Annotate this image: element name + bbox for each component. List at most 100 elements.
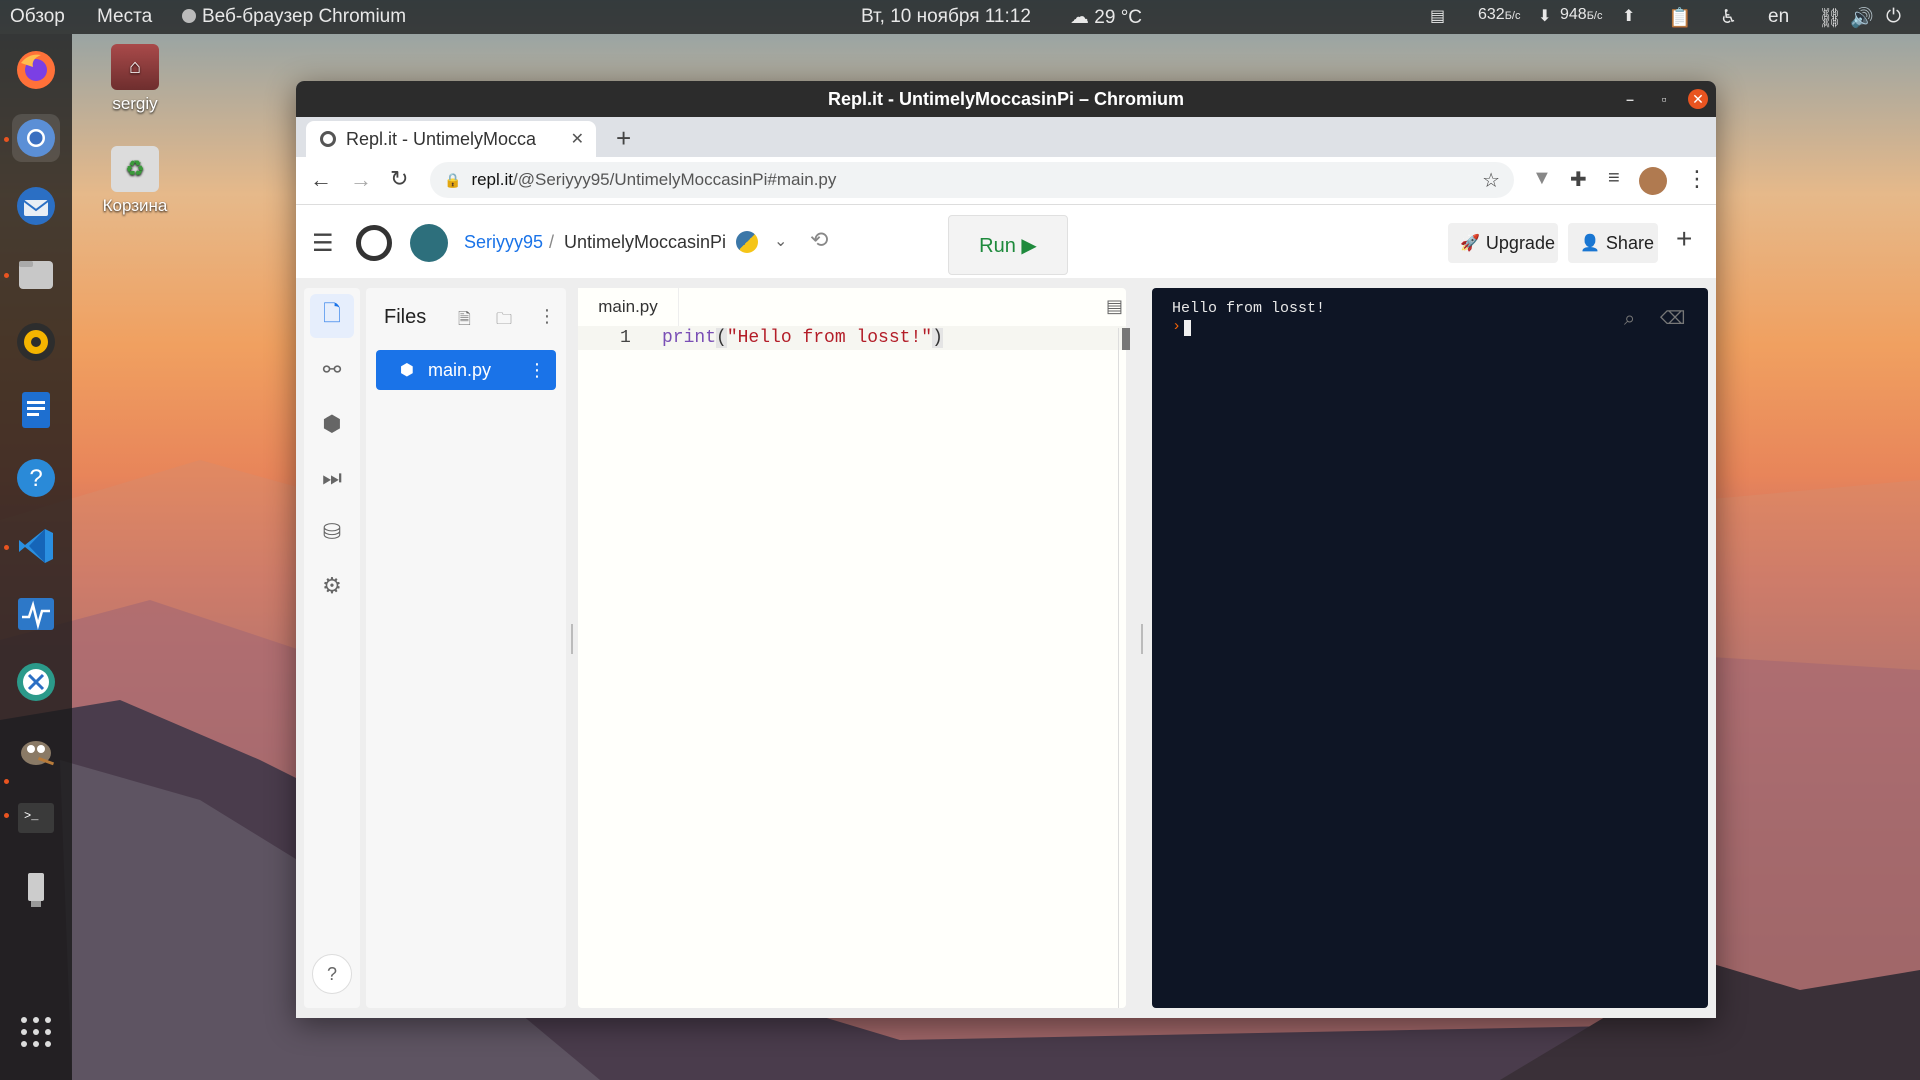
remote-desktop-icon[interactable]	[12, 658, 60, 706]
clock[interactable]: Вт, 10 ноября 11:12	[861, 6, 1031, 28]
gimp-icon[interactable]	[12, 726, 60, 774]
python-language-icon	[736, 231, 758, 253]
trash-label: Корзина	[102, 196, 168, 215]
close-window-button[interactable]: ✕	[1688, 89, 1708, 109]
network-icon[interactable]: ⛓	[1818, 6, 1842, 30]
tab-close-icon[interactable]: ✕	[571, 129, 584, 149]
resize-handle-right[interactable]	[1141, 624, 1143, 654]
browser-menu-icon[interactable]: ⋮	[1686, 166, 1708, 192]
debugger-icon[interactable]: ⏭	[310, 456, 354, 500]
history-icon[interactable]: ⟲	[810, 227, 828, 253]
clipboard-icon[interactable]: 📋	[1668, 6, 1692, 30]
forward-icon[interactable]: →	[350, 167, 372, 193]
running-indicator	[4, 545, 9, 550]
user-link[interactable]: Seriyyy95	[464, 232, 543, 253]
chevron-down-icon[interactable]: ⌄	[774, 231, 787, 251]
packages-icon[interactable]: ⬢	[310, 402, 354, 446]
arrow-up-icon: ⬆	[1622, 8, 1636, 25]
help-button[interactable]: ?	[312, 954, 352, 994]
usb-drive-icon[interactable]	[12, 864, 60, 912]
lock-icon: 🔒	[444, 171, 462, 188]
share-button[interactable]: 👤 Share	[1568, 223, 1658, 263]
url-host: repl.it	[471, 170, 514, 189]
trash-icon: ♻	[111, 146, 159, 192]
window-titlebar[interactable]: Repl.it - UntimelyMoccasinPi – Chromium …	[296, 81, 1716, 117]
running-indicator	[4, 273, 9, 278]
weather-indicator[interactable]: ☁ 29 °C	[1070, 6, 1142, 29]
code-function: print	[662, 328, 717, 348]
code-paren-close: )	[932, 328, 943, 348]
files-icon[interactable]	[12, 250, 60, 298]
version-control-icon[interactable]: ⚯	[310, 348, 354, 392]
code-line: 1 print("Hello from losst!")	[578, 326, 1126, 350]
reload-icon[interactable]: ↻	[390, 166, 408, 192]
accessibility-icon[interactable]: ♿	[1720, 6, 1737, 29]
extensions-puzzle-icon[interactable]: ✚	[1570, 167, 1587, 192]
add-icon[interactable]: +	[1676, 223, 1692, 255]
hamburger-menu-icon[interactable]: ☰	[312, 229, 334, 258]
keyboard-layout[interactable]: en	[1768, 6, 1789, 28]
files-more-icon[interactable]: ⋮	[538, 306, 556, 327]
file-more-icon[interactable]: ⋮	[528, 360, 546, 381]
running-indicator	[4, 813, 9, 818]
format-icon[interactable]: ▤	[1106, 296, 1123, 317]
active-app-menu[interactable]: Веб-браузер Chromium	[182, 6, 406, 28]
sidebar: 🗋 ⚯ ⬢ ⏭ ⛁ ⚙ ?	[304, 288, 360, 1008]
file-item-main-py[interactable]: ⬢ main.py ⋮	[376, 350, 556, 390]
repl-name[interactable]: UntimelyMoccasinPi	[564, 232, 726, 253]
desktop-home-folder[interactable]: ⌂ sergiy	[80, 44, 190, 114]
database-icon[interactable]: ⛁	[310, 510, 354, 554]
code-editor[interactable]: main.py ▤ 1 print("Hello from losst!")	[578, 288, 1130, 1008]
editor-tab[interactable]: main.py	[578, 288, 679, 326]
run-button[interactable]: Run ▶	[948, 215, 1068, 275]
resize-handle-left[interactable]	[571, 624, 573, 654]
address-bar[interactable]: 🔒 repl.it/@Seriyyy95/UntimelyMoccasinPi#…	[430, 162, 1514, 198]
settings-gear-icon[interactable]: ⚙	[310, 564, 354, 608]
upgrade-label: Upgrade	[1485, 232, 1555, 253]
firefox-icon[interactable]	[12, 46, 60, 94]
breadcrumb-separator: /	[549, 232, 555, 252]
user-avatar[interactable]	[410, 224, 448, 262]
new-folder-icon[interactable]: 🗀	[496, 308, 512, 335]
editor-tab-label: main.py	[598, 297, 658, 316]
places-menu[interactable]: Места	[97, 6, 152, 28]
upgrade-button[interactable]: 🚀 Upgrade	[1448, 223, 1558, 263]
replit-logo-icon[interactable]	[356, 225, 392, 261]
browser-toolbar: ← → ↻ 🔒 repl.it/@Seriyyy95/UntimelyMocca…	[296, 157, 1716, 205]
system-monitor-icon[interactable]	[12, 590, 60, 638]
browser-tab[interactable]: Repl.it - UntimelyMocca ✕	[306, 121, 596, 157]
vscode-icon[interactable]	[12, 522, 60, 570]
replit-header: ☰ Seriyyy95 / UntimelyMoccasinPi ⌄ ⟲ Run…	[296, 205, 1716, 279]
svg-text:>_: >_	[24, 809, 39, 823]
minimize-button[interactable]: –	[1620, 89, 1640, 109]
replit-favicon-icon	[320, 131, 336, 147]
editor-scrollbar[interactable]	[1122, 328, 1130, 350]
files-tab-icon[interactable]: 🗋	[310, 294, 354, 338]
writer-icon[interactable]	[12, 386, 60, 434]
console-output: Hello from losst!	[1172, 300, 1326, 317]
bookmark-star-icon[interactable]: ☆	[1482, 168, 1500, 193]
code-string: "Hello from losst!"	[726, 328, 933, 348]
thunderbird-icon[interactable]	[12, 182, 60, 230]
volume-icon[interactable]: 🔊	[1850, 6, 1874, 30]
new-file-icon[interactable]: 🗎	[458, 308, 471, 335]
media-queue-icon[interactable]: ≡	[1608, 167, 1620, 190]
chromium-icon[interactable]	[12, 114, 60, 162]
desktop-trash[interactable]: ♻ Корзина	[80, 146, 190, 216]
clear-console-icon[interactable]: ⌫	[1660, 308, 1685, 329]
rhythmbox-icon[interactable]	[12, 318, 60, 366]
back-icon[interactable]: ←	[310, 167, 332, 193]
new-tab-button[interactable]: +	[616, 123, 631, 154]
help-icon[interactable]: ?	[12, 454, 60, 502]
overview-button[interactable]: Обзор	[10, 6, 65, 28]
console-panel[interactable]: Hello from losst! › ⌕ ⌫	[1152, 288, 1708, 1008]
show-apps-icon[interactable]	[12, 1008, 60, 1056]
files-title: Files	[384, 306, 427, 328]
maximize-button[interactable]: ▫	[1654, 89, 1674, 109]
extension-v-icon[interactable]: ▼	[1532, 167, 1552, 190]
home-folder-icon: ⌂	[111, 44, 159, 90]
console-search-icon[interactable]: ⌕	[1624, 308, 1635, 331]
profile-avatar[interactable]	[1639, 167, 1667, 195]
power-icon[interactable]: ⏻	[1886, 6, 1901, 28]
terminal-icon[interactable]: >_	[12, 794, 60, 842]
